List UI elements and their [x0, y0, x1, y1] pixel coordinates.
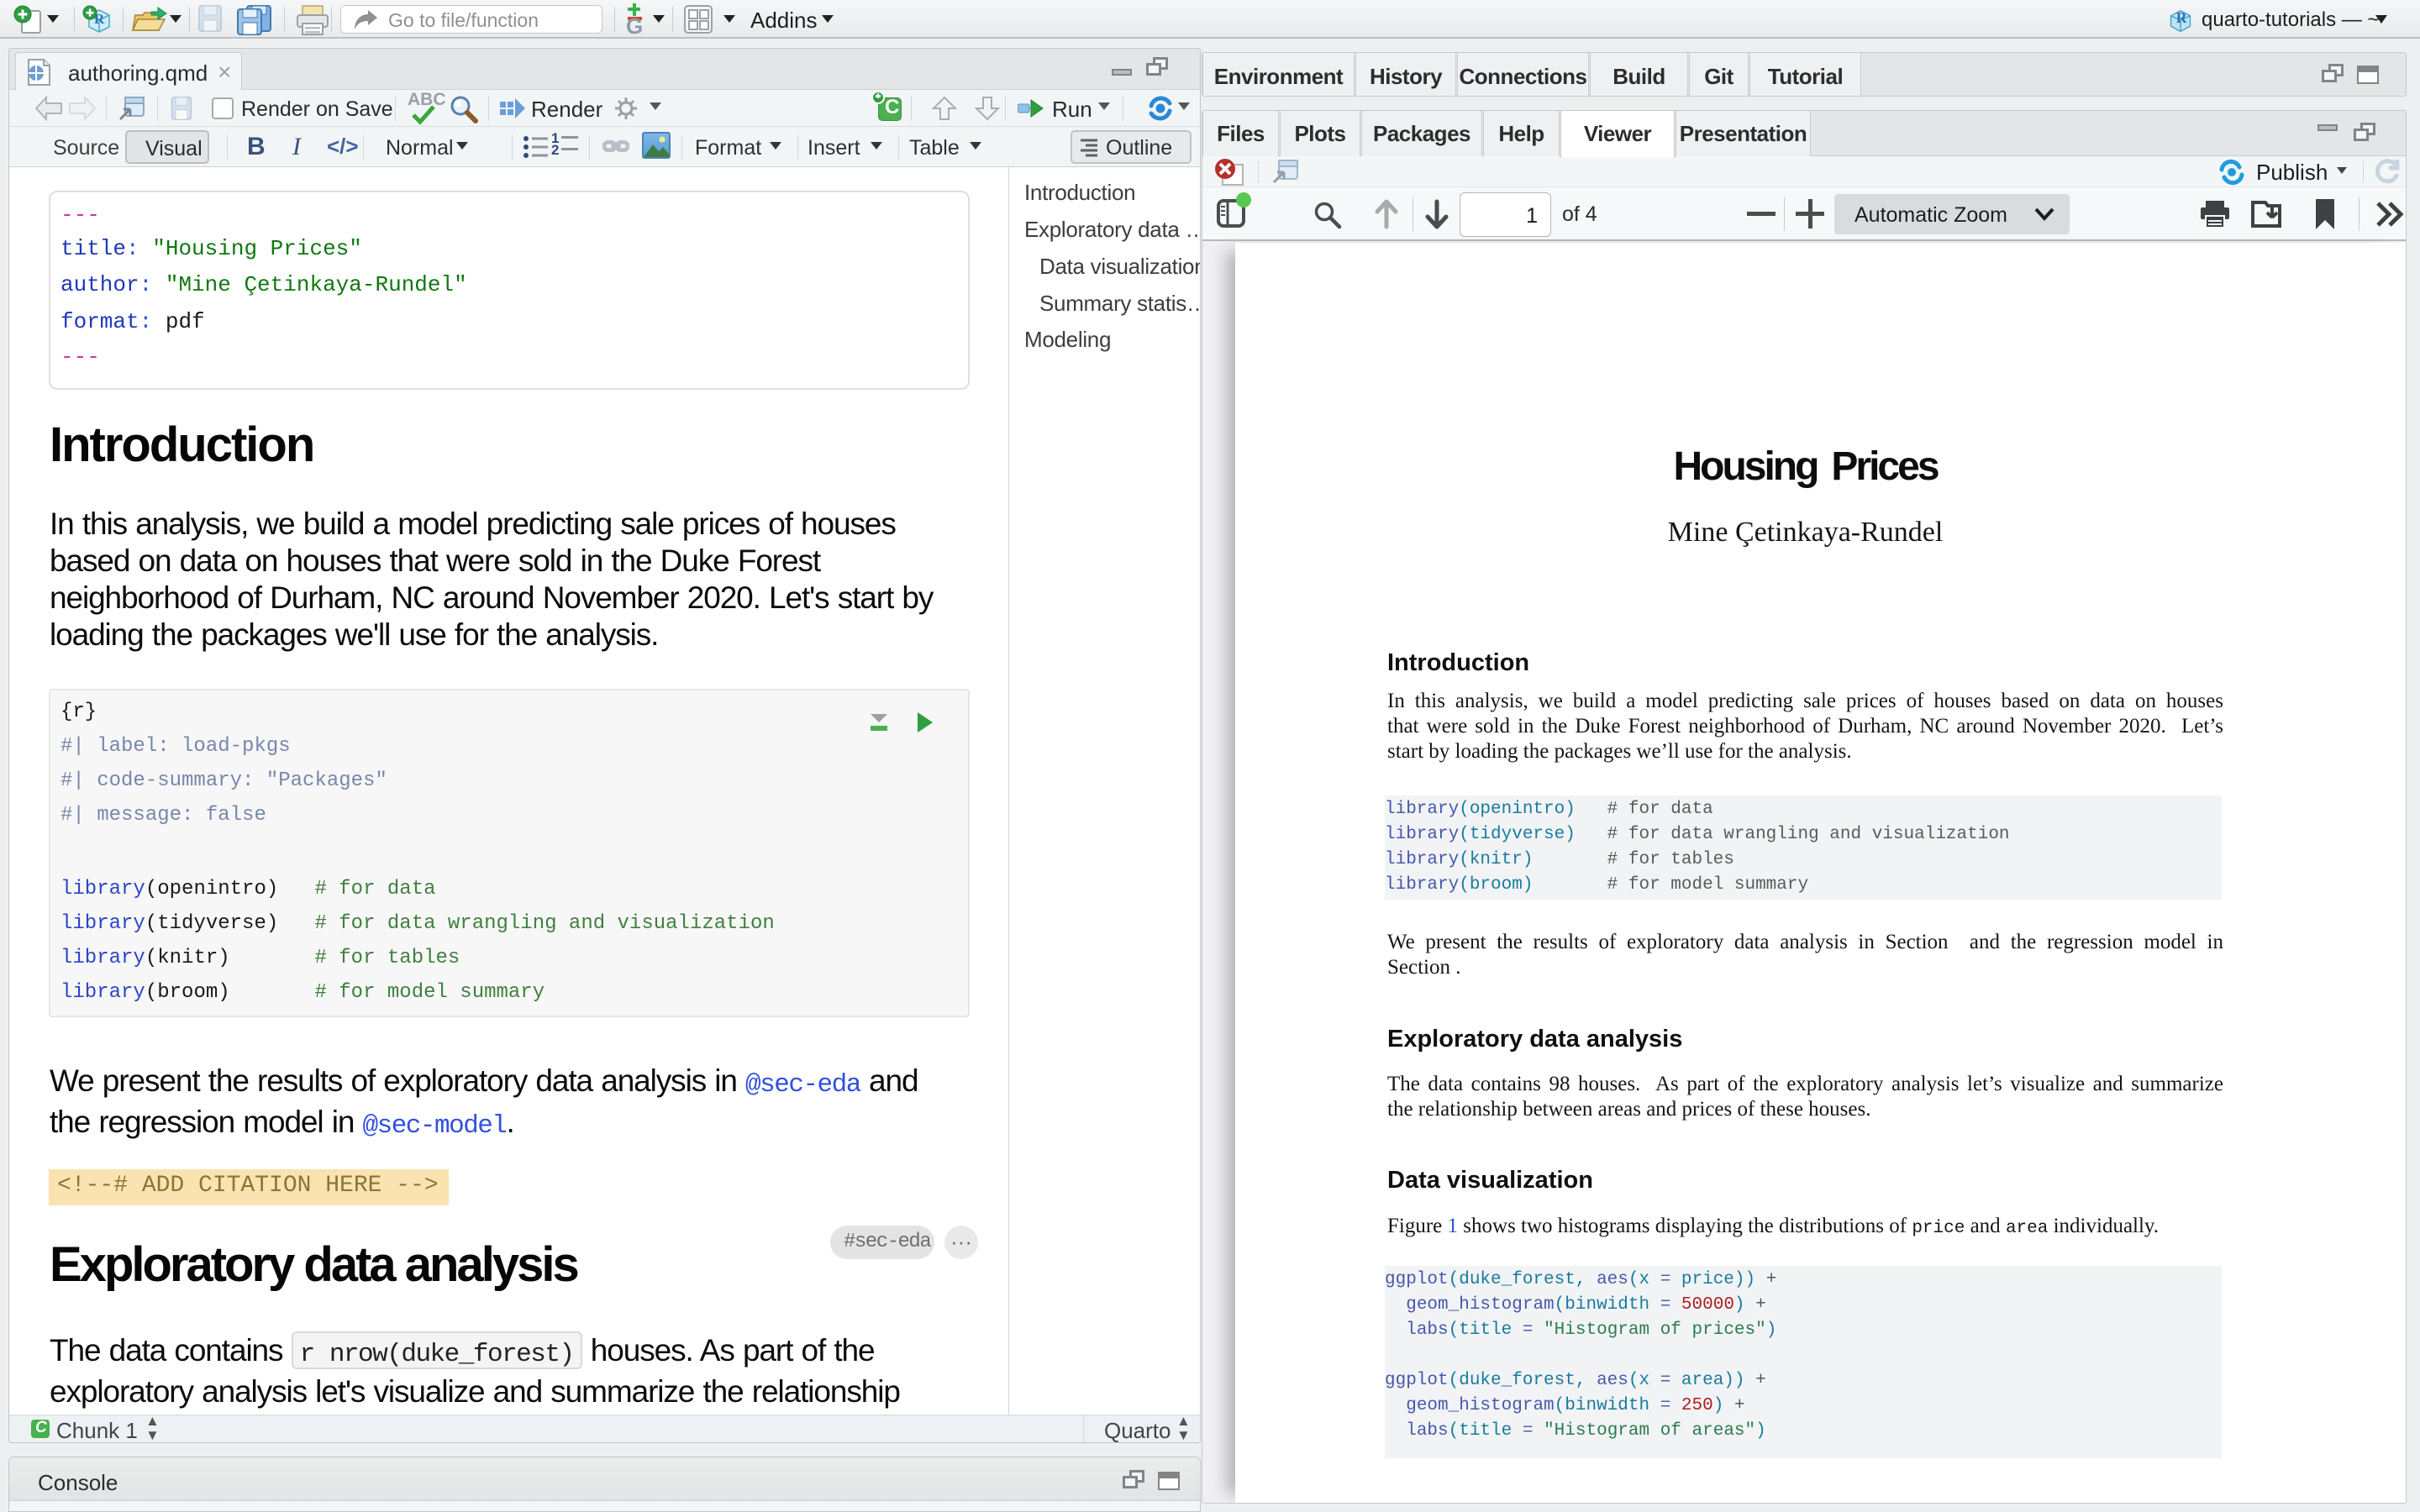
- svg-text:R: R: [2176, 9, 2187, 26]
